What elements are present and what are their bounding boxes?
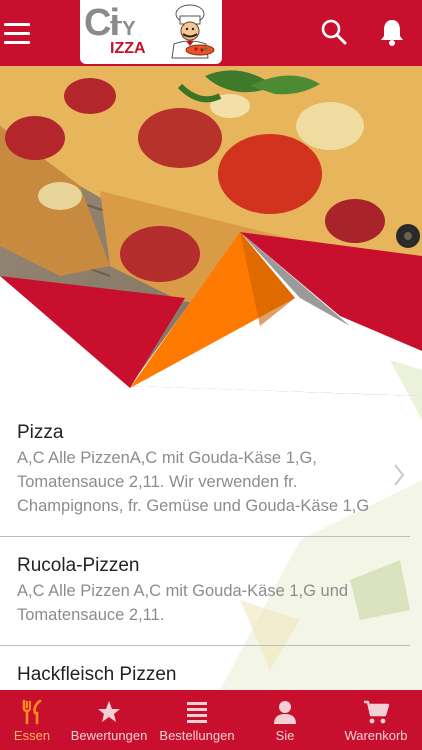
chevron-right-icon: [394, 464, 405, 486]
menu-icon[interactable]: [2, 18, 32, 48]
city-pizza-logo: Ci TY IZZA: [80, 0, 222, 64]
nav-warenkorb[interactable]: Warenkorb: [330, 690, 422, 750]
category-list: Pizza A,C Alle PizzenA,C mit Gouda-Käse …: [0, 404, 422, 690]
logo-text-izza: IZZA: [110, 40, 146, 57]
nav-label: Sie: [275, 728, 295, 743]
bottom-navigation: Essen Bewertungen Bestellungen Sie Waren…: [0, 690, 422, 750]
pizza-hero-image: [0, 66, 422, 396]
nav-sie[interactable]: Sie: [240, 690, 330, 750]
category-description: A,C Alle Pizzen A,C mit Gouda-Käse 1,G u…: [17, 582, 349, 624]
nav-label: Essen: [13, 728, 51, 743]
category-item-rucola-pizzen[interactable]: Rucola-Pizzen A,C Alle Pizzen A,C mit Go…: [0, 537, 410, 646]
logo-text-ty: TY: [110, 18, 136, 40]
star-icon: [98, 701, 120, 722]
person-icon: [274, 701, 296, 724]
category-item-hackfleisch-pizzen[interactable]: Hackfleisch Pizzen: [0, 646, 410, 690]
category-item-pizza[interactable]: Pizza A,C Alle PizzenA,C mit Gouda-Käse …: [0, 404, 410, 537]
hero-banner: [0, 66, 422, 396]
category-title: Hackfleisch Pizzen: [17, 664, 177, 685]
nav-label: Bewertungen: [70, 728, 148, 743]
nav-essen[interactable]: Essen: [0, 690, 64, 750]
nav-label: Warenkorb: [344, 728, 408, 743]
cart-icon: [364, 700, 390, 724]
nav-bestellungen[interactable]: Bestellungen: [154, 690, 240, 750]
app-bar: Ci TY IZZA: [0, 0, 422, 66]
category-description: A,C Alle PizzenA,C mit Gouda-Käse 1,G, T…: [17, 449, 370, 515]
category-title: Rucola-Pizzen: [17, 555, 140, 576]
fork-knife-icon: [22, 699, 42, 725]
category-title: Pizza: [17, 422, 64, 443]
nav-label: Bestellungen: [159, 728, 235, 743]
nav-bewertungen[interactable]: Bewertungen: [64, 690, 154, 750]
bell-icon[interactable]: [376, 16, 408, 48]
list-icon: [187, 702, 207, 723]
search-icon[interactable]: [318, 16, 350, 48]
chef-mascot-icon: [171, 4, 215, 59]
